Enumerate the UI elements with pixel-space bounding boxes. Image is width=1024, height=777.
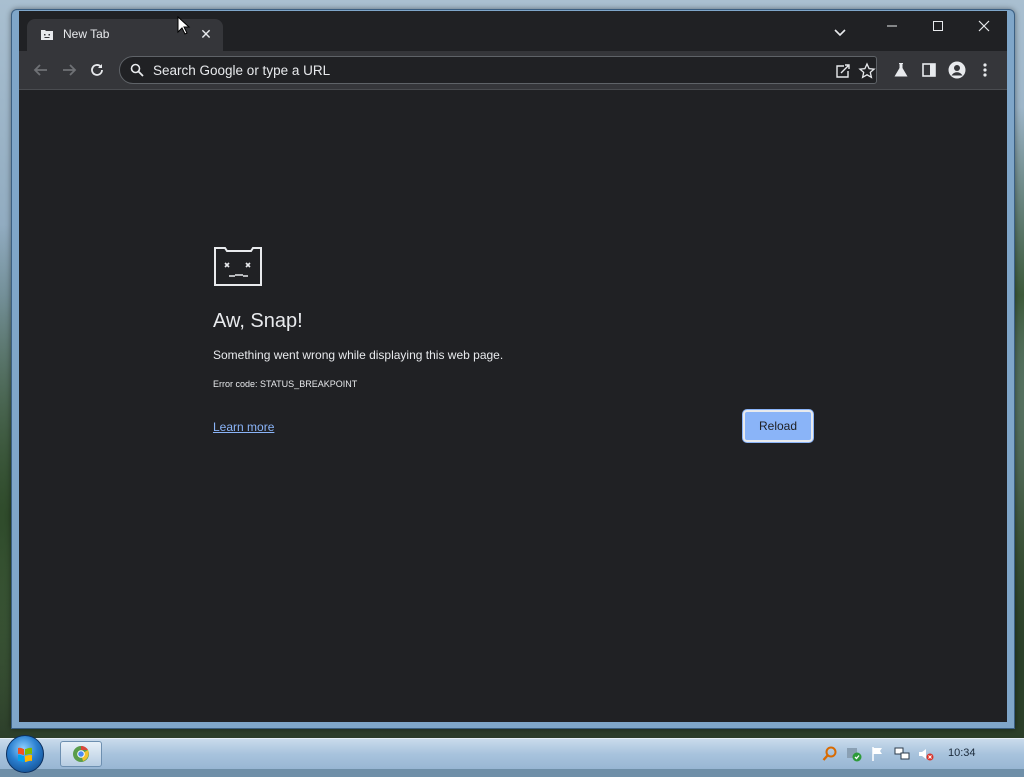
maximize-icon bbox=[933, 21, 943, 31]
minimize-button[interactable] bbox=[869, 11, 915, 41]
mouse-cursor-icon bbox=[177, 16, 191, 35]
error-title: Aw, Snap! bbox=[213, 310, 303, 332]
back-arrow-icon bbox=[33, 64, 47, 76]
forward-button[interactable] bbox=[57, 58, 81, 82]
taskbar-clock[interactable]: 10:34 bbox=[948, 747, 976, 759]
windows-logo-icon bbox=[18, 747, 32, 762]
search-icon bbox=[130, 63, 144, 77]
learn-more-link[interactable]: Learn more bbox=[213, 420, 274, 434]
share-icon[interactable] bbox=[834, 62, 852, 80]
tab-strip: New Tab ✕ bbox=[19, 11, 1007, 51]
more-menu-button[interactable] bbox=[973, 58, 997, 82]
reload-button[interactable]: Reload bbox=[743, 410, 813, 442]
close-window-button[interactable] bbox=[961, 11, 1007, 41]
toolbar: Search Google or type a URL bbox=[19, 51, 1007, 90]
omnibox[interactable]: Search Google or type a URL bbox=[119, 56, 877, 84]
error-code: Error code: STATUS_BREAKPOINT bbox=[213, 379, 358, 389]
security-icon[interactable] bbox=[846, 746, 862, 762]
sad-folder-icon bbox=[214, 247, 262, 286]
page-content: Aw, Snap! Something went wrong while dis… bbox=[19, 90, 1007, 722]
reload-icon bbox=[91, 64, 103, 76]
sad-tab-icon bbox=[41, 30, 53, 40]
taskbar-chrome-button[interactable] bbox=[60, 741, 102, 767]
omnibox-placeholder: Search Google or type a URL bbox=[153, 63, 331, 78]
tab-new-tab[interactable]: New Tab ✕ bbox=[27, 19, 223, 51]
maximize-button[interactable] bbox=[915, 11, 961, 41]
labs-button[interactable] bbox=[889, 58, 913, 82]
error-message: Something went wrong while displaying th… bbox=[213, 348, 504, 362]
chrome-icon bbox=[73, 745, 89, 762]
search-tray-icon[interactable] bbox=[822, 746, 838, 762]
profile-icon bbox=[948, 61, 966, 79]
close-icon bbox=[978, 20, 990, 32]
network-icon[interactable] bbox=[894, 746, 910, 762]
more-menu-icon bbox=[983, 63, 987, 77]
reload-toolbar-button[interactable] bbox=[85, 58, 109, 82]
flag-icon[interactable] bbox=[870, 746, 886, 762]
chrome-frame: New Tab ✕ Search Google or type a URL Aw… bbox=[19, 11, 1007, 722]
tab-title: New Tab bbox=[63, 27, 110, 41]
minimize-icon bbox=[887, 25, 897, 27]
side-panel-icon bbox=[922, 63, 936, 77]
tab-search-chevron-icon[interactable] bbox=[831, 23, 849, 41]
bookmark-star-icon[interactable] bbox=[858, 62, 876, 80]
labs-flask-icon bbox=[894, 63, 908, 77]
back-button[interactable] bbox=[29, 58, 53, 82]
browser-window: New Tab ✕ Search Google or type a URL Aw… bbox=[11, 9, 1015, 729]
profile-button[interactable] bbox=[945, 58, 969, 82]
taskbar: 10:34 bbox=[0, 735, 1024, 773]
volume-muted-icon[interactable] bbox=[918, 746, 934, 762]
start-button[interactable] bbox=[6, 735, 44, 773]
forward-arrow-icon bbox=[63, 64, 77, 76]
tab-close-icon[interactable]: ✕ bbox=[197, 25, 215, 43]
side-panel-button[interactable] bbox=[917, 58, 941, 82]
